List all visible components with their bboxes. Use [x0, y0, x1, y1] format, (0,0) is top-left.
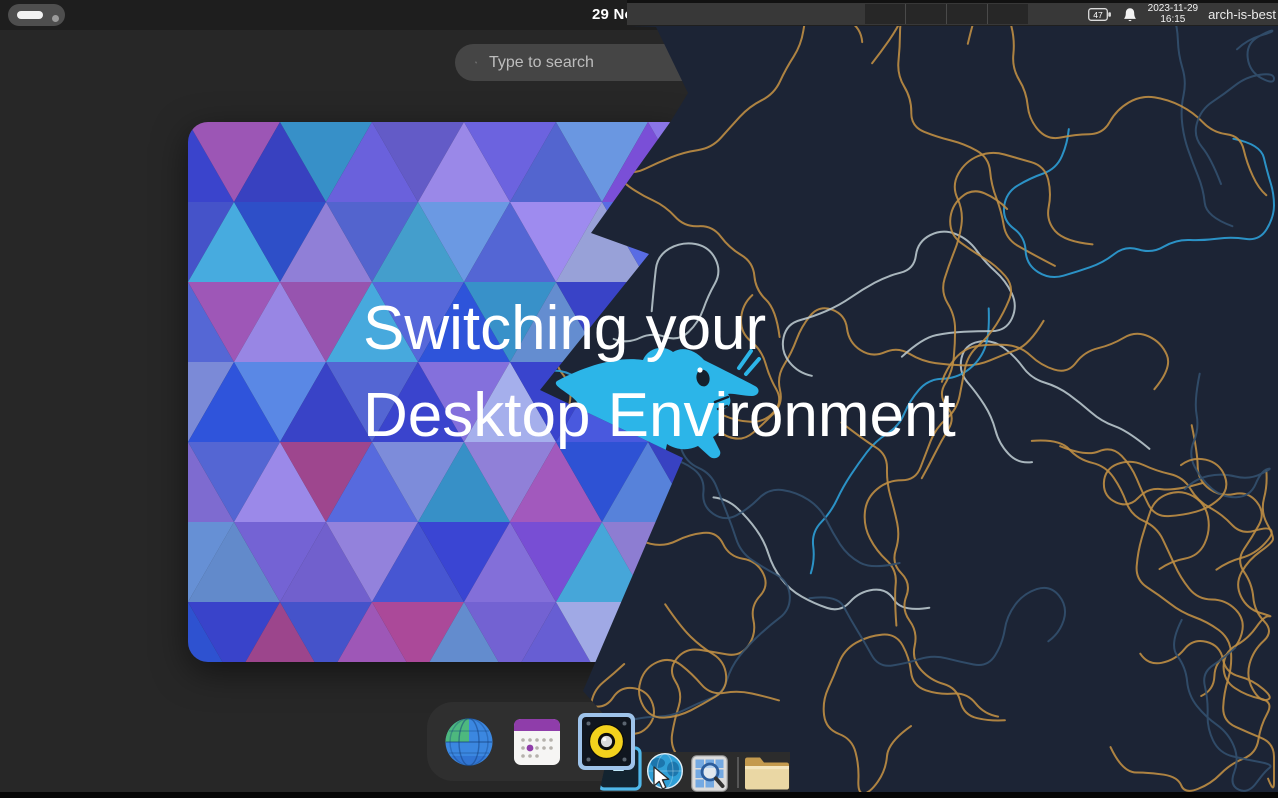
battery-percent: 47 — [1093, 10, 1103, 20]
workspace-active-pill — [17, 11, 43, 19]
notification-bell-icon[interactable] — [1122, 7, 1138, 23]
panel-time: 16:15 — [1148, 15, 1198, 26]
panel-separator — [737, 757, 739, 788]
dock-item-calendar[interactable] — [514, 719, 562, 767]
taskbar-window-slot[interactable] — [988, 4, 1028, 24]
dock-item-web-browser[interactable] — [445, 718, 493, 766]
dock-item-media-player[interactable] — [578, 713, 635, 770]
workspace-indicator-pill[interactable] — [8, 4, 65, 26]
taskbar-window-list — [865, 4, 1028, 24]
search-input[interactable] — [487, 53, 698, 73]
panel-indicators: 47 2023-11-29 16:15 arch-is-best — [1088, 3, 1278, 26]
taskbar-window-slot[interactable] — [865, 4, 905, 24]
battery-icon[interactable]: 47 — [1088, 7, 1112, 22]
taskbar-window-slot[interactable] — [906, 4, 946, 24]
screen-bottom-bezel — [0, 792, 1278, 798]
panel-clock[interactable]: 2023-11-29 16:15 — [1148, 4, 1198, 25]
globe-cursor-icon — [646, 753, 684, 793]
hostname-label: arch-is-best — [1208, 7, 1276, 22]
web-browser-icon — [445, 718, 493, 766]
workspace-dot — [52, 15, 59, 22]
taskbar-window-slot[interactable] — [947, 4, 987, 24]
panel-date: 2023-11-29 — [1148, 4, 1198, 15]
speaker-icon — [578, 713, 635, 770]
xfce-top-panel: 47 2023-11-29 16:15 arch-is-best — [560, 3, 1278, 26]
search-icon — [475, 53, 477, 72]
calendar-icon — [514, 719, 560, 765]
app-finder-icon — [691, 755, 728, 792]
desktop-split-screenshot: 29 Nov — [0, 0, 1278, 798]
launcher-file-manager[interactable] — [744, 753, 790, 796]
folder-icon — [744, 753, 790, 791]
launcher-application-finder[interactable] — [691, 755, 728, 797]
